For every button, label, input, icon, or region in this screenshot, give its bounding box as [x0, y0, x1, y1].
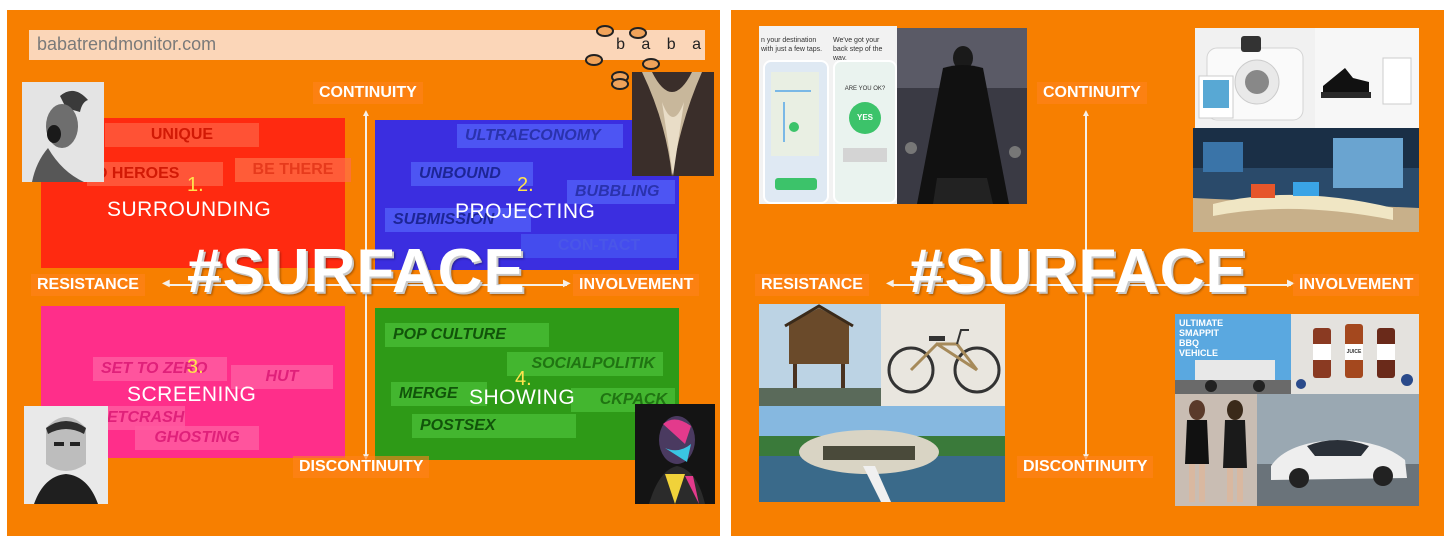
- tag-be-there: BE THERE: [235, 158, 351, 182]
- app-answer: YES: [856, 113, 873, 122]
- image-tech-store: [1193, 128, 1419, 232]
- quadrant-title-showing: SHOWING: [469, 386, 576, 409]
- axis-label-discontinuity: DISCONTINUITY: [1017, 456, 1154, 478]
- url-text: babatrendmonitor.com: [37, 34, 217, 54]
- image-instant-camera: [1195, 28, 1315, 128]
- slide-surface-matrix: babatrendmonitor.com b a b a UNIQUE O HE…: [7, 10, 720, 536]
- title-surface: #SURFACE: [187, 237, 526, 306]
- image-juice-bottles: JUICE: [1291, 314, 1419, 394]
- axis-arrow-right-icon: ▶: [563, 278, 571, 289]
- phone-left: [763, 60, 829, 204]
- tag-ghosting: GHOSTING: [135, 426, 259, 450]
- phone-right: ARE YOU OK? YES: [833, 60, 897, 204]
- tag-unique: UNIQUE: [105, 123, 259, 147]
- axis-label-involvement: INVOLVEMENT: [1293, 274, 1420, 296]
- axis-label-discontinuity: DISCONTINUITY: [293, 456, 430, 478]
- slide-surface-examples: ▲ ▼ ◀ ▶ CONTINUITY DISCONTINUITY RESISTA…: [731, 10, 1444, 536]
- quadrant-number-1: 1.: [187, 174, 204, 196]
- image-stilt-house: [759, 304, 881, 406]
- axis-arrow-left-icon: ◀: [162, 278, 170, 289]
- quadrant-number-2: 2.: [517, 174, 534, 196]
- axis-arrow-up-icon: ▲: [1081, 108, 1091, 119]
- image-shoes-display: [1315, 28, 1419, 128]
- image-floating-house: [759, 406, 1005, 502]
- image-bbq-truck: ULTIMATE SMAPPIT BBQ VEHICLE: [1175, 314, 1291, 394]
- image-bicycle: [881, 304, 1005, 406]
- image-runway-black-gown: [897, 28, 1027, 204]
- image-sports-car: [1257, 394, 1419, 506]
- image-phone-app-screens: n your destination with just a few taps.…: [759, 26, 897, 204]
- image-fashion-models: [1175, 394, 1257, 506]
- tag-set-to-zero: SET TO ZERO: [93, 357, 227, 381]
- portrait-screaming-man: [22, 82, 104, 182]
- tag-ultraeconomy: ULTRAECONOMY: [457, 124, 623, 148]
- quadrant-title-projecting: PROJECTING: [455, 200, 596, 223]
- app-text-left: n your destination with just a few taps.: [761, 37, 823, 53]
- quadrant-number-3: 3.: [187, 356, 204, 378]
- tag-con-tact: CON-TACT: [521, 234, 677, 258]
- quadrant-title-surrounding: SURROUNDING: [107, 198, 272, 221]
- title-surface: #SURFACE: [909, 237, 1248, 306]
- portrait-painted-man: [635, 404, 715, 504]
- portrait-bald-man: [24, 406, 108, 504]
- juice-label: JUICE: [1346, 349, 1362, 355]
- tag-unbound: UNBOUND: [411, 162, 533, 186]
- portrait-blonde-hair: [632, 72, 714, 176]
- axis-arrow-left-icon: ◀: [886, 278, 894, 289]
- quadrant-title-screening: SCREENING: [127, 383, 257, 406]
- axis-label-continuity: CONTINUITY: [1037, 82, 1147, 104]
- axis-arrow-up-icon: ▲: [361, 108, 371, 119]
- axis-label-involvement: INVOLVEMENT: [573, 274, 700, 296]
- axis-label-resistance: RESISTANCE: [31, 274, 145, 296]
- axis-label-resistance: RESISTANCE: [755, 274, 869, 296]
- tag-pop-culture: POP CULTURE: [385, 323, 549, 347]
- axis-label-continuity: CONTINUITY: [313, 82, 423, 104]
- tag-postsex: POSTSEX: [412, 414, 576, 438]
- app-text-right: We've got your back step of the way.: [833, 37, 883, 62]
- app-question: ARE YOU OK?: [844, 86, 886, 92]
